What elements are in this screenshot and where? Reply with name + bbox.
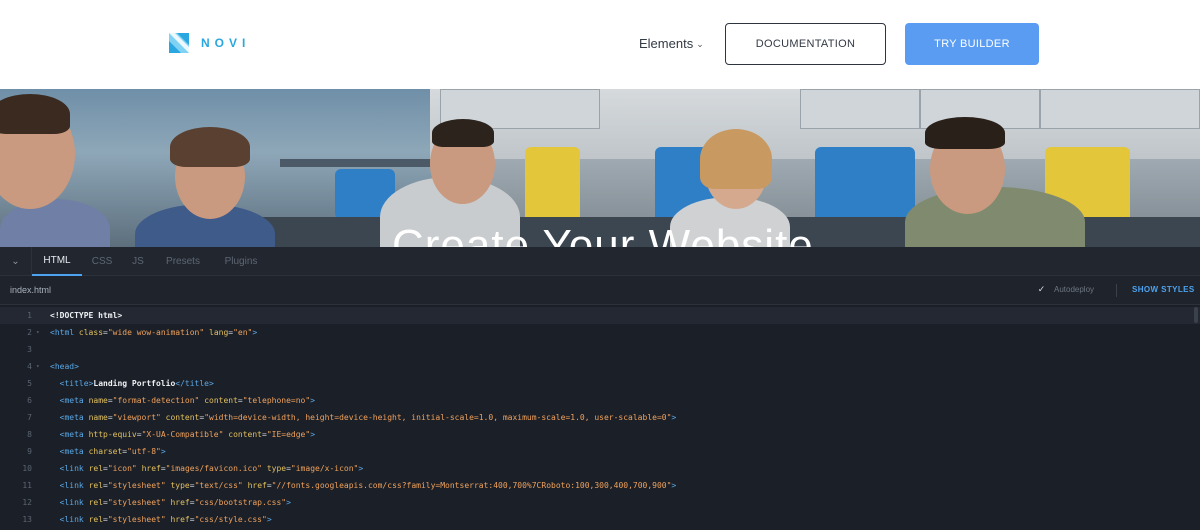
code-text: <meta charset="utf-8"> xyxy=(59,447,166,456)
chevron-down-icon: ⌄ xyxy=(696,39,704,49)
hero-person-hair xyxy=(925,117,1005,149)
scrollbar[interactable] xyxy=(1194,307,1198,323)
code-text: <html class="wide wow-animation" lang="e… xyxy=(50,328,258,337)
line-number: 4 xyxy=(27,362,32,371)
code-line[interactable]: 9 <meta charset="utf-8"> xyxy=(0,443,1200,460)
line-number: 6 xyxy=(27,396,32,405)
code-text: <meta name="viewport" content="width=dev… xyxy=(59,413,677,422)
hero-person-hair xyxy=(170,127,250,167)
hero-shelf xyxy=(280,159,430,167)
checkmark-icon[interactable]: ✓ xyxy=(1036,284,1047,295)
hero-cabinet xyxy=(1040,89,1200,129)
code-area[interactable]: 1 <!DOCTYPE html> 2 ▾ <html class="wide wow-… xyxy=(0,307,1200,530)
code-text: <meta http-equiv="X-UA-Compatible" conte… xyxy=(59,430,316,439)
code-line[interactable]: 13 <link rel="stylesheet" href="css/styl… xyxy=(0,511,1200,528)
fold-arrow-icon[interactable]: ▾ xyxy=(36,329,40,336)
line-number: 10 xyxy=(22,464,32,473)
code-text: <link rel="icon" href="images/favicon.ic… xyxy=(59,464,364,473)
code-line[interactable]: 6 <meta name="format-detection" content=… xyxy=(0,392,1200,409)
nav-elements-label: Elements xyxy=(639,36,694,51)
line-number: 13 xyxy=(22,515,32,524)
code-editor-panel: ⌄ HTML CSS JS Presets Plugins index.html… xyxy=(0,247,1200,530)
nav-elements-dropdown[interactable]: Elements ⌄ xyxy=(639,36,704,51)
line-number: 3 xyxy=(27,345,32,354)
code-text: <link rel="stylesheet" href="css/bootstr… xyxy=(59,498,291,507)
line-number: 7 xyxy=(27,413,32,422)
tab-css[interactable]: CSS xyxy=(82,247,122,276)
line-number: 9 xyxy=(27,447,32,456)
show-styles-button[interactable]: SHOW STYLES xyxy=(1132,285,1195,294)
fold-arrow-icon[interactable]: ▾ xyxy=(36,363,40,370)
tab-html[interactable]: HTML xyxy=(32,247,82,276)
code-line[interactable]: 7 <meta name="viewport" content="width=d… xyxy=(0,409,1200,426)
novi-logo-icon xyxy=(169,33,189,53)
divider xyxy=(1116,284,1117,297)
hero-cabinet xyxy=(800,89,920,129)
hero-person-hair xyxy=(0,94,70,134)
code-line[interactable]: 1 <!DOCTYPE html> xyxy=(0,307,1200,324)
autodeploy-toggle[interactable]: ✓ Autodeploy xyxy=(1036,284,1094,295)
hero-image: Create Your Website xyxy=(0,89,1200,247)
line-number: 1 xyxy=(27,311,32,320)
code-text: <link rel="stylesheet" type="text/css" h… xyxy=(59,481,677,490)
panel-toggle-button[interactable]: ⌄ xyxy=(0,247,32,276)
code-text: <head> xyxy=(50,362,79,371)
tab-plugins[interactable]: Plugins xyxy=(212,247,270,276)
line-number: 11 xyxy=(22,481,32,490)
code-text: <!DOCTYPE html> xyxy=(50,311,123,320)
line-number: 8 xyxy=(27,430,32,439)
top-navbar: NOVI Elements ⌄ DOCUMENTATION TRY BUILDE… xyxy=(0,0,1200,89)
code-line[interactable]: 11 <link rel="stylesheet" type="text/css… xyxy=(0,477,1200,494)
autodeploy-label: Autodeploy xyxy=(1054,285,1095,294)
code-line[interactable]: 4 ▾ <head> xyxy=(0,358,1200,375)
logo-text: NOVI xyxy=(201,36,251,50)
hero-person-hair xyxy=(432,119,494,147)
code-line[interactable]: 12 <link rel="stylesheet" href="css/boot… xyxy=(0,494,1200,511)
editor-tabs: ⌄ HTML CSS JS Presets Plugins xyxy=(0,247,1200,276)
line-number: 5 xyxy=(27,379,32,388)
hero-title: Create Your Website xyxy=(392,221,814,247)
code-line[interactable]: 8 <meta http-equiv="X-UA-Compatible" con… xyxy=(0,426,1200,443)
file-name: index.html xyxy=(10,285,52,295)
line-number: 2 xyxy=(27,328,32,337)
code-text: <link rel="stylesheet" href="css/style.c… xyxy=(59,515,272,524)
code-line[interactable]: 3 xyxy=(0,341,1200,358)
hero-person-hair xyxy=(700,129,772,189)
chevron-down-icon: ⌄ xyxy=(11,256,20,267)
code-text: <meta name="format-detection" content="t… xyxy=(59,396,315,405)
code-line[interactable]: 2 ▾ <html class="wide wow-animation" lang=… xyxy=(0,324,1200,341)
tab-presets[interactable]: Presets xyxy=(154,247,212,276)
tab-js[interactable]: JS xyxy=(122,247,154,276)
code-line[interactable]: 10 <link rel="icon" href="images/favicon… xyxy=(0,460,1200,477)
line-number: 12 xyxy=(22,498,32,507)
documentation-button[interactable]: DOCUMENTATION xyxy=(725,23,886,65)
logo[interactable]: NOVI xyxy=(169,33,250,53)
try-builder-button[interactable]: TRY BUILDER xyxy=(905,23,1039,65)
code-text: <title>Landing Portfolio</title> xyxy=(59,379,214,388)
code-line[interactable]: 5 <title>Landing Portfolio</title> xyxy=(0,375,1200,392)
file-bar: index.html ✓ Autodeploy SHOW STYLES xyxy=(0,276,1200,305)
